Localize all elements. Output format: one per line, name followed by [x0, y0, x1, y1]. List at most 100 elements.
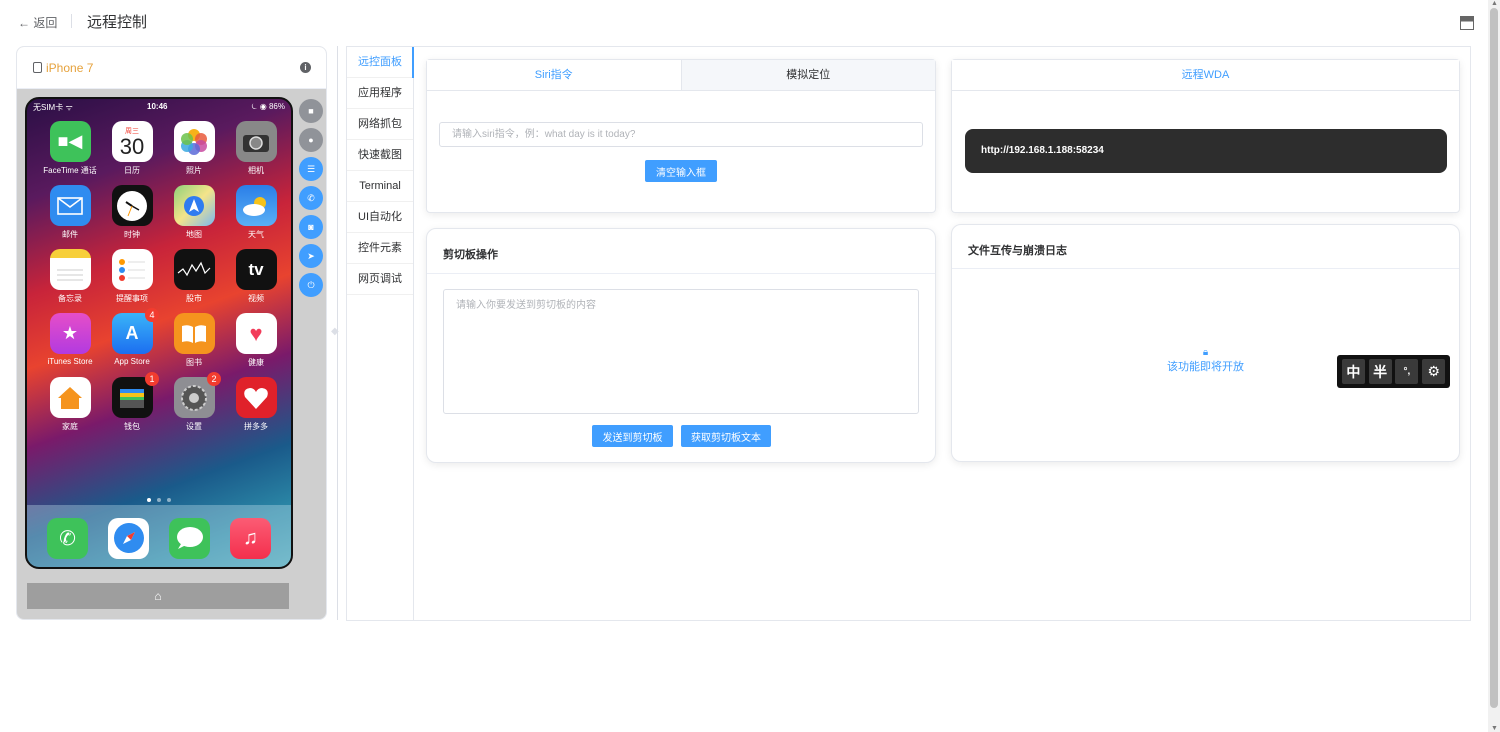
app-camera[interactable]: 相机 [225, 121, 287, 176]
app-mail[interactable]: 邮件 [39, 185, 101, 240]
clear-input-button[interactable]: 清空输入框 [645, 160, 717, 182]
health-icon: ♥ [235, 313, 277, 354]
power-icon[interactable]: ⏻ [299, 273, 323, 297]
calendar-icon: 周三 30 [111, 121, 153, 162]
app-itunes[interactable]: ★ iTunes Store [39, 313, 101, 368]
app-home[interactable]: 家庭 [39, 377, 101, 432]
app-label: 提醒事项 [116, 294, 148, 303]
wda-url: http://192.168.1.188:58234 [965, 129, 1447, 173]
wda-tabs: 远程WDA [952, 60, 1459, 91]
app-label: 股市 [186, 294, 202, 303]
scroll-down-icon[interactable]: ▼ [1491, 725, 1498, 732]
record-icon[interactable]: ■ [299, 99, 323, 123]
tab-remote-wda[interactable]: 远程WDA [952, 60, 1459, 90]
card-divider [427, 273, 935, 274]
get-clipboard-button[interactable]: 获取剪切板文本 [681, 425, 771, 447]
back-link[interactable]: ← 返回 [18, 14, 57, 31]
messages-icon[interactable] [169, 517, 210, 559]
tab-apps[interactable]: 应用程序 [347, 78, 413, 109]
itunes-icon: ★ [49, 313, 91, 354]
app-label: 拼多多 [244, 422, 268, 431]
tab-mock-location[interactable]: 模拟定位 [681, 60, 935, 90]
ime-punctuation-toggle[interactable]: °, [1395, 359, 1419, 384]
home-button[interactable]: ⌂ [27, 583, 289, 609]
ime-settings-icon[interactable]: ⚙ [1422, 359, 1446, 384]
books-icon [173, 313, 215, 354]
ime-halfwidth-toggle[interactable]: 半 [1368, 359, 1392, 384]
location-icon[interactable]: ➤ [299, 244, 323, 268]
collapse-handle-icon[interactable]: ◆ [331, 326, 343, 338]
tab-network-capture[interactable]: 网络抓包 [347, 109, 413, 140]
user-icon[interactable]: ● [299, 128, 323, 152]
tab-web-debug[interactable]: 网页调试 [347, 264, 413, 295]
siri-card: Siri指令 模拟定位 清空输入框 [426, 59, 936, 213]
info-icon[interactable]: i [300, 62, 311, 73]
app-calendar[interactable]: 周三 30 日历 [101, 121, 163, 176]
scroll-up-icon[interactable]: ▲ [1491, 0, 1498, 7]
page-scrollbar[interactable]: ▲ ▼ [1488, 0, 1500, 732]
maps-icon [173, 185, 215, 226]
app-appstore[interactable]: A 4 App Store [101, 308, 163, 368]
notes-icon [49, 249, 91, 290]
file-transfer-card: 文件互传与崩溃日志 🔒︎ 该功能即将开放 [951, 224, 1460, 462]
app-label: 健康 [248, 358, 264, 367]
facetime-icon: ■◀ [49, 121, 91, 162]
app-photos[interactable]: 照片 [163, 121, 225, 176]
dock: ✆ ♫ [27, 505, 291, 567]
app-stocks[interactable]: 股市 [163, 249, 225, 304]
app-clock[interactable]: 时钟 [101, 185, 163, 240]
app-weather[interactable]: 天气 [225, 185, 287, 240]
app-tv[interactable]: tv 视频 [225, 249, 287, 304]
clipboard-card: 剪切板操作 发送到剪切板 获取剪切板文本 [426, 228, 936, 463]
app-health[interactable]: ♥ 健康 [225, 313, 287, 368]
screenshot-icon[interactable]: ◙ [299, 215, 323, 239]
app-label: 邮件 [62, 230, 78, 239]
scroll-thumb[interactable] [1490, 8, 1498, 708]
clipboard-textarea[interactable] [443, 289, 919, 414]
ime-chinese-toggle[interactable]: 中 [1341, 359, 1365, 384]
tab-screenshot[interactable]: 快速截图 [347, 140, 413, 171]
weather-icon [235, 185, 277, 226]
app-settings[interactable]: 2 设置 [163, 372, 225, 432]
menu-icon[interactable]: ☰ [299, 157, 323, 181]
device-name: iPhone 7 [33, 61, 93, 75]
app-reminders[interactable]: 提醒事项 [101, 249, 163, 304]
tab-remote-panel[interactable]: 远控面板 [347, 47, 414, 78]
status-bar: 无SIM卡 ᯤ 10:46 ⏾ ◉ 86% [27, 99, 291, 115]
wda-card: 远程WDA http://192.168.1.188:58234 [951, 59, 1460, 213]
layout-toggle-icon[interactable] [1460, 16, 1474, 30]
app-wallet[interactable]: 1 钱包 [101, 372, 163, 432]
music-icon[interactable]: ♫ [230, 517, 271, 559]
phone-icon[interactable]: ✆ [47, 517, 88, 559]
device-side-toolbar: ■ ● ☰ ✆ ◙ ➤ ⏻ [299, 99, 323, 302]
app-books[interactable]: 图书 [163, 313, 225, 368]
file-transfer-title: 文件互传与崩溃日志 [968, 245, 1067, 257]
stocks-icon [173, 249, 215, 290]
siri-input[interactable] [439, 122, 923, 147]
tab-terminal[interactable]: Terminal [347, 171, 413, 202]
camera-icon [235, 121, 277, 162]
app-facetime[interactable]: ■◀ FaceTime 通话 [39, 121, 101, 176]
clipboard-title: 剪切板操作 [443, 249, 498, 261]
app-notes[interactable]: 备忘录 [39, 249, 101, 304]
pinduoduo-icon [235, 377, 277, 418]
appstore-badge: 4 [145, 308, 159, 322]
phone-screen[interactable]: 无SIM卡 ᯤ 10:46 ⏾ ◉ 86% ■◀ FaceTime 通话 周三 30… [25, 97, 293, 569]
app-maps[interactable]: 地图 [163, 185, 225, 240]
photos-icon [173, 121, 215, 162]
safari-icon[interactable] [108, 517, 149, 559]
card-divider [952, 268, 1459, 269]
app-label: iTunes Store [47, 357, 93, 366]
tab-elements[interactable]: 控件元素 [347, 233, 413, 264]
tab-ui-automation[interactable]: UI自动化 [347, 202, 413, 233]
app-label: 日历 [124, 166, 140, 175]
app-pinduoduo[interactable]: 拼多多 [225, 377, 287, 432]
call-icon[interactable]: ✆ [299, 186, 323, 210]
tab-siri[interactable]: Siri指令 [427, 60, 682, 90]
settings-badge: 2 [207, 372, 221, 386]
ime-toolbar: 中 半 °, ⚙ [1337, 355, 1450, 388]
tv-icon: tv [235, 249, 277, 290]
header-divider [71, 14, 72, 28]
device-card: iPhone 7 i 无SIM卡 ᯤ 10:46 ⏾ ◉ 86% ■◀ FaceT… [16, 46, 327, 620]
send-to-clipboard-button[interactable]: 发送到剪切板 [592, 425, 673, 447]
